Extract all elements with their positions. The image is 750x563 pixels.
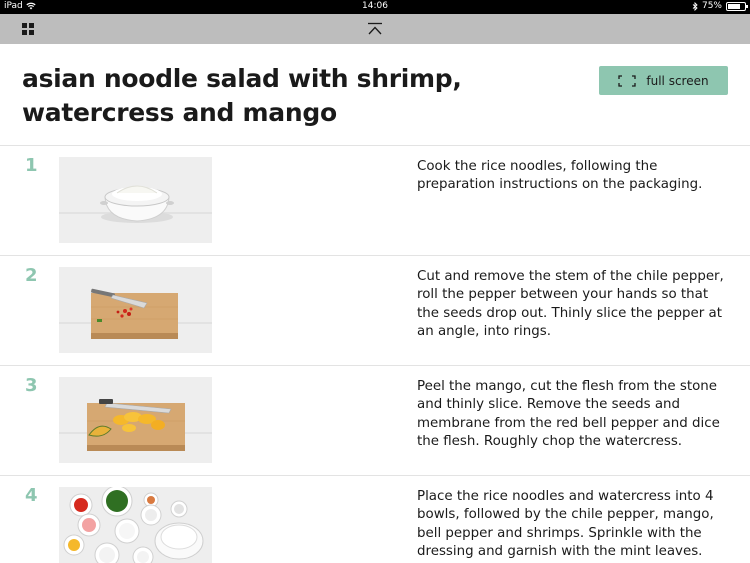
grid-icon[interactable] (22, 23, 34, 35)
step-3-image (59, 377, 212, 463)
ingredient-bowls-illustration (59, 487, 212, 563)
fullscreen-label: full screen (646, 73, 709, 88)
battery-icon (726, 1, 748, 11)
collapse-up-icon[interactable] (366, 22, 384, 36)
chile-cutting-board-illustration (59, 267, 212, 353)
step-number: 1 (25, 155, 38, 176)
step-number: 2 (25, 265, 38, 286)
status-bar: iPad 14:06 75% (0, 0, 750, 14)
toolbar (0, 14, 750, 44)
step-4: 4 Place the rice noodles and watercress … (0, 476, 750, 563)
fullscreen-button[interactable]: full screen (599, 66, 728, 95)
mango-cutting-board-illustration (59, 377, 212, 463)
status-time: 14:06 (362, 1, 388, 11)
step-text: Peel the mango, cut the flesh from the s… (417, 379, 720, 449)
fullscreen-icon (618, 74, 637, 87)
step-number: 3 (25, 375, 38, 396)
recipe-title: asian noodle salad with shrimp, watercre… (22, 64, 462, 127)
battery-percent: 75% (701, 1, 722, 11)
step-1: 1 Cook the rice noodles, following the p… (0, 146, 750, 255)
step-4-image (59, 487, 212, 563)
step-number: 4 (25, 485, 38, 506)
status-right: 75% (692, 1, 748, 11)
grid-cell (22, 23, 27, 28)
step-3: 3 Peel the mango, cut the flesh from the… (0, 366, 750, 475)
step-2: 2 Cut and remove the stem of the chile p… (0, 256, 750, 365)
grid-cell (22, 30, 27, 35)
step-text: Cook the rice noodles, following the pre… (417, 159, 703, 193)
step-text: Cut and remove the stem of the chile pep… (417, 269, 724, 339)
grid-cell (29, 23, 34, 28)
step-1-image (59, 157, 212, 243)
step-text: Place the rice noodles and watercress in… (417, 489, 714, 559)
bluetooth-icon (692, 1, 698, 11)
colander-noodles-illustration (59, 157, 212, 243)
step-2-image (59, 267, 212, 353)
battery-fill (728, 3, 740, 9)
grid-cell (29, 30, 34, 35)
